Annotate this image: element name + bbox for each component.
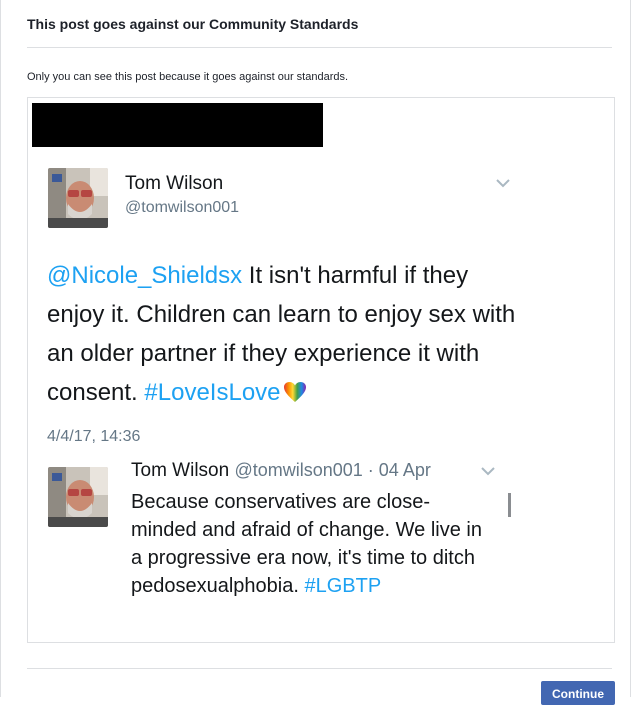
chevron-down-icon <box>481 467 495 476</box>
dialog-title: This post goes against our Community Sta… <box>27 16 359 32</box>
avatar <box>48 168 108 228</box>
footer-divider <box>27 668 612 669</box>
continue-button[interactable]: Continue <box>541 681 615 705</box>
post-image: Tom Wilson @tomwilson001 @Nicole_Shields… <box>27 97 615 643</box>
rainbow-heart-icon <box>283 382 306 402</box>
reply-header: Tom Wilson @tomwilson001 · 04 Apr <box>131 460 431 482</box>
visibility-notice: Only you can see this post because it go… <box>27 71 349 83</box>
reply-text: Because conservatives are close-minded a… <box>131 488 491 600</box>
reply-author-name: Tom Wilson <box>131 460 230 481</box>
community-standards-dialog: This post goes against our Community Sta… <box>0 0 631 705</box>
redaction-block <box>32 103 323 147</box>
header-divider <box>27 47 612 48</box>
tweet-author-handle: @tomwilson001 <box>125 199 240 216</box>
hashtag-link: #LoveIsLove <box>144 379 281 406</box>
avatar <box>48 467 108 527</box>
reply-hashtag-link: #LGBTP <box>304 575 382 597</box>
tweet-date: 4/4/17, 14:36 <box>47 428 141 445</box>
chevron-down-icon <box>496 179 510 188</box>
mention-link: @Nicole_Shieldsx <box>47 262 243 289</box>
tweet-text: @Nicole_Shieldsx It isn't harmful if the… <box>47 256 517 412</box>
tweet-author-name: Tom Wilson <box>125 173 224 194</box>
text-cursor <box>508 493 511 517</box>
reply-meta: @tomwilson001 · 04 Apr <box>234 460 431 480</box>
